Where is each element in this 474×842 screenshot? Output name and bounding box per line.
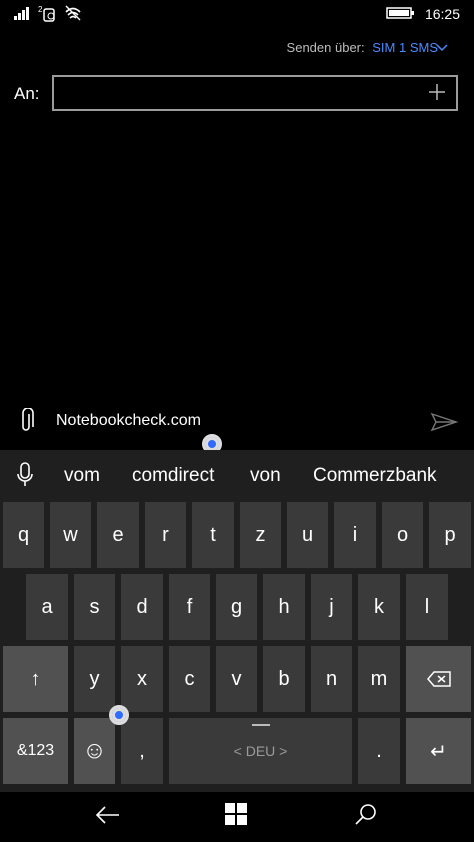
recipient-label: An: bbox=[14, 84, 40, 103]
numbers-key[interactable]: &123 bbox=[3, 718, 68, 784]
key-h[interactable]: h bbox=[263, 574, 305, 640]
cursor-control-dot[interactable] bbox=[109, 705, 129, 725]
key-z[interactable]: z bbox=[240, 502, 281, 568]
key-o[interactable]: o bbox=[382, 502, 423, 568]
paperclip-icon[interactable] bbox=[18, 408, 34, 434]
send-via-selector[interactable]: Senden über: SIM 1 SMS bbox=[287, 40, 438, 55]
comma-key[interactable]: , bbox=[121, 718, 163, 784]
suggestion-2[interactable]: comdirect bbox=[132, 465, 214, 487]
key-b[interactable]: b bbox=[263, 646, 305, 712]
backspace-icon bbox=[426, 671, 451, 687]
microphone-icon[interactable] bbox=[16, 462, 34, 488]
search-icon[interactable] bbox=[354, 802, 378, 826]
key-v[interactable]: v bbox=[216, 646, 257, 712]
suggestion-4[interactable]: Commerzbank bbox=[313, 465, 437, 487]
key-t[interactable]: t bbox=[192, 502, 234, 568]
send-via-value[interactable]: SIM 1 SMS bbox=[372, 40, 438, 55]
suggestion-3[interactable]: von bbox=[250, 465, 281, 487]
status-bar: 2 16:25 bbox=[0, 0, 474, 28]
message-input[interactable]: Notebookcheck.com bbox=[56, 412, 201, 430]
send-via-label: Senden über: bbox=[286, 40, 365, 55]
signal-icon bbox=[14, 7, 29, 20]
period-key[interactable]: . bbox=[358, 718, 400, 784]
shift-key[interactable]: ↑ bbox=[3, 646, 68, 712]
key-n[interactable]: n bbox=[311, 646, 352, 712]
key-y[interactable]: y bbox=[74, 646, 115, 712]
windows-logo-icon[interactable] bbox=[225, 803, 247, 825]
key-w[interactable]: w bbox=[50, 502, 91, 568]
key-d[interactable]: d bbox=[121, 574, 163, 640]
enter-key[interactable]: ↵ bbox=[406, 718, 471, 784]
battery-icon bbox=[386, 7, 414, 19]
key-q[interactable]: q bbox=[3, 502, 44, 568]
compose-bar: Notebookcheck.com bbox=[0, 396, 474, 448]
key-m[interactable]: m bbox=[358, 646, 400, 712]
sim-icon: 2 bbox=[38, 5, 55, 22]
key-j[interactable]: j bbox=[311, 574, 352, 640]
key-l[interactable]: l bbox=[406, 574, 448, 640]
key-f[interactable]: f bbox=[169, 574, 210, 640]
key-x[interactable]: x bbox=[121, 646, 163, 712]
recipient-field[interactable] bbox=[52, 75, 458, 111]
key-p[interactable]: p bbox=[429, 502, 471, 568]
key-e[interactable]: e bbox=[97, 502, 139, 568]
send-icon[interactable] bbox=[430, 412, 458, 432]
key-a[interactable]: a bbox=[26, 574, 68, 640]
key-g[interactable]: g bbox=[216, 574, 257, 640]
add-contact-icon[interactable] bbox=[428, 83, 446, 101]
key-s[interactable]: s bbox=[74, 574, 115, 640]
language-label: < DEU > bbox=[233, 743, 288, 759]
key-i[interactable]: i bbox=[334, 502, 376, 568]
space-key[interactable]: < DEU > bbox=[169, 718, 352, 784]
space-grip bbox=[251, 724, 270, 726]
key-u[interactable]: u bbox=[287, 502, 328, 568]
suggestion-bar: vom comdirect von Commerzbank bbox=[0, 450, 474, 498]
emoji-key[interactable]: ☺ bbox=[74, 718, 115, 784]
svg-text:2: 2 bbox=[38, 5, 43, 14]
backspace-key[interactable] bbox=[406, 646, 471, 712]
wifi-icon bbox=[65, 5, 81, 21]
back-arrow-icon[interactable] bbox=[95, 805, 121, 825]
key-r[interactable]: r bbox=[145, 502, 186, 568]
navigation-bar bbox=[0, 792, 474, 842]
key-k[interactable]: k bbox=[358, 574, 400, 640]
chevron-down-icon[interactable] bbox=[436, 44, 448, 52]
status-time: 16:25 bbox=[424, 6, 460, 22]
key-c[interactable]: c bbox=[169, 646, 210, 712]
suggestion-1[interactable]: vom bbox=[64, 465, 100, 487]
